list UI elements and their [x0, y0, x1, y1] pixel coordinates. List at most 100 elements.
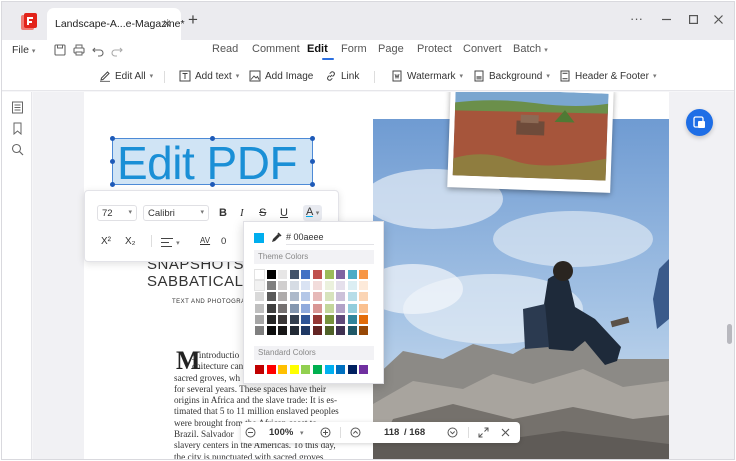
underline-button[interactable]: U [280, 206, 288, 220]
theme-color-swatch[interactable] [289, 281, 299, 291]
menu-edit[interactable]: Edit [307, 43, 328, 55]
italic-button[interactable]: I [240, 206, 244, 220]
standard-color-swatch[interactable] [255, 365, 264, 374]
close-window-icon[interactable] [714, 15, 723, 24]
theme-color-swatch[interactable] [266, 281, 276, 291]
chevron-down-icon[interactable]: ▾ [300, 427, 304, 440]
bookmark-icon[interactable] [11, 122, 24, 135]
search-icon[interactable] [11, 143, 24, 156]
theme-color-swatch[interactable] [278, 325, 288, 335]
new-tab-icon[interactable]: + [188, 11, 198, 28]
file-menu[interactable]: File ▾ [12, 44, 35, 56]
resize-handle[interactable] [310, 136, 315, 141]
theme-color-swatch[interactable] [359, 325, 369, 335]
thumbnails-icon[interactable] [11, 101, 24, 114]
theme-color-swatch[interactable] [324, 314, 334, 324]
theme-color-swatch[interactable] [278, 270, 288, 279]
theme-color-swatch[interactable] [324, 270, 334, 279]
print-icon[interactable] [72, 43, 86, 57]
watermark-button[interactable]: Watermark ▾ [391, 70, 463, 82]
close-tab-icon[interactable]: × [163, 16, 171, 30]
menu-page[interactable]: Page [378, 43, 404, 55]
resize-handle[interactable] [210, 136, 215, 141]
superscript-button[interactable]: X² [101, 235, 111, 249]
next-page-icon[interactable] [447, 427, 458, 438]
previous-page-icon[interactable] [350, 427, 361, 438]
theme-color-swatch[interactable] [301, 314, 311, 324]
theme-color-swatch[interactable] [324, 281, 334, 291]
zoom-in-icon[interactable] [320, 427, 331, 438]
theme-color-swatch[interactable] [266, 325, 276, 335]
standard-color-swatch[interactable] [301, 365, 311, 374]
theme-color-swatch[interactable] [266, 270, 276, 279]
theme-color-swatch[interactable] [347, 292, 357, 302]
theme-color-swatch[interactable] [359, 314, 369, 324]
bold-button[interactable]: B [219, 206, 227, 220]
selected-text-box[interactable]: Edit PDF [110, 136, 315, 189]
fullscreen-icon[interactable] [478, 427, 489, 438]
resize-handle[interactable] [110, 159, 115, 164]
standard-color-swatch[interactable] [289, 365, 299, 374]
header-footer-button[interactable]: Header & Footer ▾ [559, 70, 656, 82]
font-size-select[interactable]: 72 ▾ [97, 205, 137, 221]
theme-color-swatch[interactable] [336, 281, 346, 291]
menu-form[interactable]: Form [341, 43, 367, 55]
theme-color-swatch[interactable] [266, 303, 276, 313]
background-button[interactable]: Background ▾ [473, 70, 550, 82]
menu-convert[interactable]: Convert [463, 43, 502, 55]
standard-color-swatch[interactable] [324, 365, 334, 374]
theme-color-swatch[interactable] [278, 314, 288, 324]
zoom-out-icon[interactable] [245, 427, 256, 438]
align-button[interactable]: ▾ [161, 235, 180, 251]
theme-color-swatch[interactable] [266, 314, 276, 324]
theme-color-swatch[interactable] [336, 270, 346, 279]
theme-color-swatch[interactable] [255, 303, 264, 313]
theme-color-swatch[interactable] [336, 314, 346, 324]
theme-color-swatch[interactable] [312, 303, 322, 313]
redo-icon[interactable] [110, 43, 124, 57]
theme-color-swatch[interactable] [359, 270, 369, 279]
resize-handle[interactable] [110, 182, 115, 187]
hex-color-input[interactable]: # 00aeee [286, 232, 374, 245]
standard-color-swatch[interactable] [359, 365, 369, 374]
theme-color-swatch[interactable] [347, 303, 357, 313]
more-options-icon[interactable]: ··· [630, 11, 643, 27]
standard-color-swatch[interactable] [336, 365, 346, 374]
theme-color-swatch[interactable] [324, 292, 334, 302]
theme-color-swatch[interactable] [347, 270, 357, 279]
theme-color-swatch[interactable] [312, 325, 322, 335]
resize-handle[interactable] [310, 182, 315, 187]
theme-color-swatch[interactable] [301, 325, 311, 335]
standard-color-swatch[interactable] [266, 365, 276, 374]
menu-batch[interactable]: Batch ▾ [513, 43, 548, 55]
theme-color-swatch[interactable] [336, 325, 346, 335]
theme-color-swatch[interactable] [254, 269, 265, 280]
eyedropper-icon[interactable] [271, 232, 282, 243]
standard-color-swatch[interactable] [312, 365, 322, 374]
undo-icon[interactable] [91, 43, 105, 57]
theme-color-swatch[interactable] [301, 270, 311, 279]
theme-color-swatch[interactable] [301, 292, 311, 302]
theme-color-swatch[interactable] [266, 292, 276, 302]
edit-all-button[interactable]: Edit All ▾ [99, 70, 153, 82]
theme-color-swatch[interactable] [278, 303, 288, 313]
ai-assistant-button[interactable] [686, 109, 713, 136]
theme-color-swatch[interactable] [347, 314, 357, 324]
theme-color-swatch[interactable] [289, 292, 299, 302]
font-family-select[interactable]: Calibri ▾ [143, 205, 209, 221]
theme-color-swatch[interactable] [255, 314, 264, 324]
menu-comment[interactable]: Comment [252, 43, 300, 55]
theme-color-swatch[interactable] [312, 281, 322, 291]
theme-color-swatch[interactable] [347, 281, 357, 291]
standard-color-swatch[interactable] [278, 365, 288, 374]
theme-color-swatch[interactable] [359, 281, 369, 291]
theme-color-swatch[interactable] [278, 281, 288, 291]
menu-protect[interactable]: Protect [417, 43, 452, 55]
close-nav-icon[interactable] [501, 428, 510, 437]
strikethrough-button[interactable]: S [259, 206, 266, 220]
theme-color-swatch[interactable] [324, 303, 334, 313]
font-color-button[interactable]: A ▾ [303, 205, 323, 221]
theme-color-swatch[interactable] [359, 303, 369, 313]
theme-color-swatch[interactable] [255, 325, 264, 335]
theme-color-swatch[interactable] [312, 314, 322, 324]
